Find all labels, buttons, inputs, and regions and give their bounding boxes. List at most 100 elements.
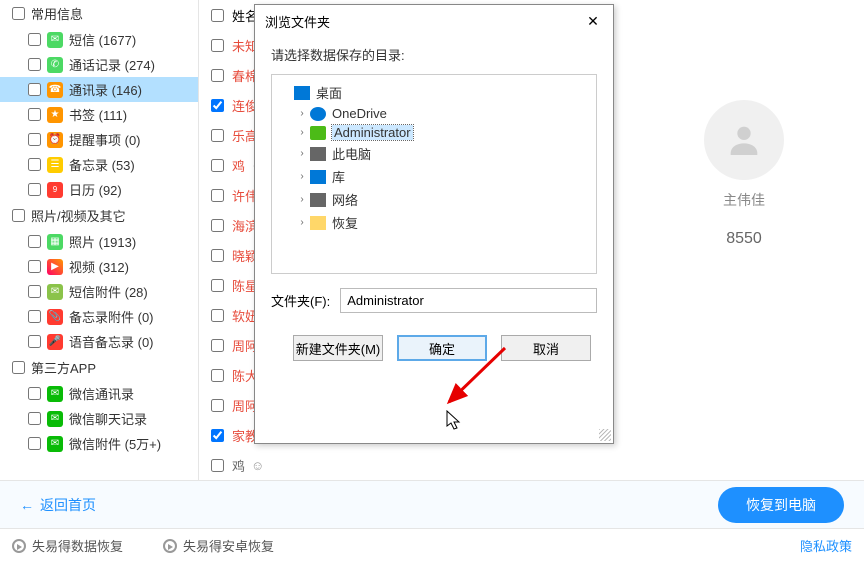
item-checkbox[interactable] (28, 235, 41, 248)
footer-item-data-recovery[interactable]: 失易得数据恢复 (12, 536, 123, 555)
row-checkbox[interactable] (211, 69, 224, 82)
section-checkbox[interactable] (12, 7, 25, 20)
call-icon: ✆ (47, 57, 63, 73)
tree-item[interactable]: ›库 (276, 165, 592, 188)
contact-row[interactable]: 鸡☺ (199, 450, 864, 480)
row-checkbox[interactable] (211, 459, 224, 472)
folder-icon (310, 216, 326, 230)
item-checkbox[interactable] (28, 285, 41, 298)
back-label: 返回首页 (40, 495, 96, 515)
sidebar-item-photos[interactable]: ▦照片 (1913) (0, 229, 198, 254)
dialog-buttons: 新建文件夹(M) 确定 取消 (271, 335, 597, 361)
row-checkbox[interactable] (211, 159, 224, 172)
new-folder-button[interactable]: 新建文件夹(M) (293, 335, 383, 361)
tree-item[interactable]: 桌面 (276, 81, 592, 104)
item-checkbox[interactable] (28, 387, 41, 400)
sidebar-item-wechat-contacts[interactable]: ✉微信通讯录 (0, 381, 198, 406)
tree-item[interactable]: ›网络 (276, 188, 592, 211)
bookmark-icon: ★ (47, 107, 63, 123)
footer-label: 失易得安卓恢复 (183, 536, 274, 555)
sidebar-item-calls[interactable]: ✆通话记录 (274) (0, 52, 198, 77)
row-checkbox[interactable] (211, 429, 224, 442)
item-label: 微信通讯录 (69, 384, 134, 403)
tree-label: 此电脑 (332, 144, 371, 163)
tree-item[interactable]: ›Administrator (276, 123, 592, 142)
folder-input[interactable] (340, 288, 597, 313)
folder-icon (310, 147, 326, 161)
item-checkbox[interactable] (28, 108, 41, 121)
row-checkbox[interactable] (211, 39, 224, 52)
footer-label: 失易得数据恢复 (32, 536, 123, 555)
item-label: 备忘录 (53) (69, 155, 135, 174)
chevron-icon: › (296, 108, 308, 119)
tree-item[interactable]: ›OneDrive (276, 104, 592, 123)
row-checkbox[interactable] (211, 249, 224, 262)
row-checkbox[interactable] (211, 369, 224, 382)
tree-item[interactable]: ›此电脑 (276, 142, 592, 165)
item-checkbox[interactable] (28, 260, 41, 273)
restore-button[interactable]: 恢复到电脑 (718, 487, 844, 523)
item-label: 短信附件 (28) (69, 282, 148, 301)
sidebar-item-reminders[interactable]: ⏰提醒事项 (0) (0, 127, 198, 152)
ok-button[interactable]: 确定 (397, 335, 487, 361)
item-label: 备忘录附件 (0) (69, 307, 154, 326)
folder-tree[interactable]: 桌面›OneDrive›Administrator›此电脑›库›网络›恢复 (271, 74, 597, 274)
sidebar-item-wechat-attach[interactable]: ✉微信附件 (5万+) (0, 431, 198, 456)
item-checkbox[interactable] (28, 133, 41, 146)
row-checkbox[interactable] (211, 189, 224, 202)
avatar (704, 100, 784, 180)
item-checkbox[interactable] (28, 158, 41, 171)
item-label: 视频 (312) (69, 257, 129, 276)
item-checkbox[interactable] (28, 335, 41, 348)
privacy-link[interactable]: 隐私政策 (800, 536, 852, 555)
sidebar-item-voice[interactable]: 🎤 语音备忘录 (0) (0, 329, 198, 354)
item-checkbox[interactable] (28, 183, 41, 196)
sidebar-item-calendar[interactable]: 9日历 (92) (0, 177, 198, 202)
item-checkbox[interactable] (28, 437, 41, 450)
sms-icon: ✉ (47, 32, 63, 48)
section-checkbox[interactable] (12, 209, 25, 222)
sidebar-item-notes[interactable]: ☰备忘录 (53) (0, 152, 198, 177)
folder-icon (310, 170, 326, 184)
footer-item-android-recovery[interactable]: 失易得安卓恢复 (163, 536, 274, 555)
row-label: 鸡 (232, 456, 245, 475)
row-checkbox[interactable] (211, 219, 224, 232)
sidebar-item-videos[interactable]: ▶视频 (312) (0, 254, 198, 279)
section-checkbox[interactable] (12, 361, 25, 374)
extra-icon: ☺ (251, 458, 264, 473)
item-checkbox[interactable] (28, 33, 41, 46)
row-checkbox[interactable] (211, 129, 224, 142)
wechat-icon: ✉ (47, 436, 63, 452)
sidebar-item-sms[interactable]: ✉短信 (1677) (0, 27, 198, 52)
close-icon[interactable]: ✕ (583, 11, 603, 31)
row-checkbox[interactable] (211, 279, 224, 292)
item-checkbox[interactable] (28, 310, 41, 323)
item-checkbox[interactable] (28, 58, 41, 71)
tree-item[interactable]: ›恢复 (276, 211, 592, 234)
row-checkbox[interactable] (211, 99, 224, 112)
voice-icon: 🎤 (47, 334, 63, 350)
sidebar-item-contacts[interactable]: ☎通讯录 (146) (0, 77, 198, 102)
back-link[interactable]: ← 返回首页 (20, 495, 96, 515)
tree-label: 桌面 (316, 83, 342, 102)
sidebar-item-note-attach[interactable]: 📎备忘录附件 (0) (0, 304, 198, 329)
item-checkbox[interactable] (28, 412, 41, 425)
section-media[interactable]: 照片/视频及其它 (0, 202, 198, 229)
row-label: 鸡 (232, 156, 245, 175)
sidebar-item-bookmarks[interactable]: ★书签 (111) (0, 102, 198, 127)
cancel-button[interactable]: 取消 (501, 335, 591, 361)
sidebar-item-sms-attach[interactable]: ✉短信附件 (28) (0, 279, 198, 304)
sidebar-item-wechat-chats[interactable]: ✉微信聊天记录 (0, 406, 198, 431)
row-checkbox[interactable] (211, 399, 224, 412)
select-all-checkbox[interactable] (211, 9, 224, 22)
resize-grip[interactable] (599, 429, 611, 441)
row-checkbox[interactable] (211, 309, 224, 322)
item-label: 语音备忘录 (0) (69, 332, 154, 351)
item-checkbox[interactable] (28, 83, 41, 96)
section-common[interactable]: 常用信息 (0, 0, 198, 27)
folder-icon (310, 126, 326, 140)
row-checkbox[interactable] (211, 339, 224, 352)
tree-label: 库 (332, 167, 345, 186)
folder-icon (310, 107, 326, 121)
section-thirdparty[interactable]: 第三方APP (0, 354, 198, 381)
